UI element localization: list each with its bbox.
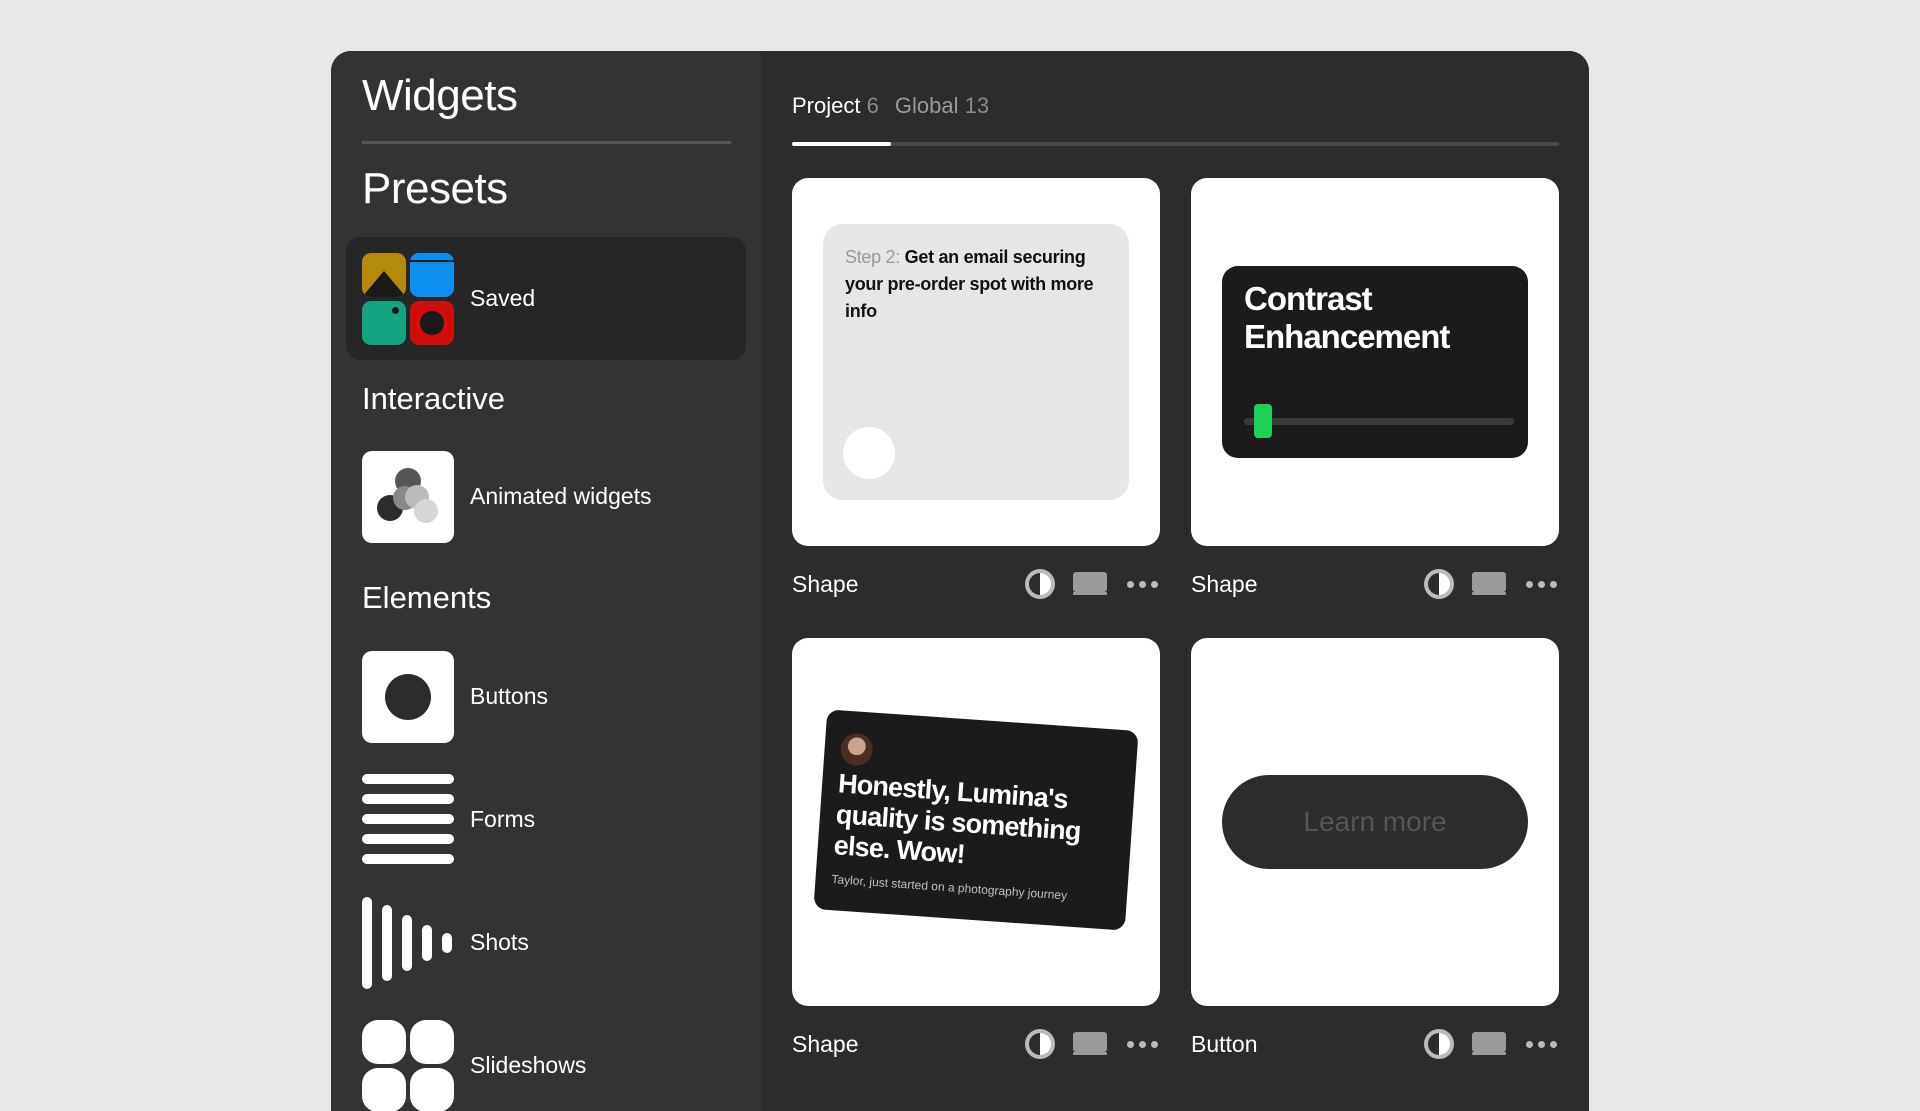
sidebar-item-label: Saved <box>470 285 535 312</box>
more-icon[interactable] <box>1125 1041 1160 1048</box>
sidebar-item-animated-widgets[interactable]: Animated widgets <box>346 435 746 558</box>
animated-widgets-icon <box>362 451 454 543</box>
saved-thumbnail <box>362 253 454 345</box>
sidebar-item-label: Animated widgets <box>470 483 652 510</box>
testimonial-quote: Honestly, Lumina's quality is something … <box>833 768 1099 879</box>
presets-heading: Presets <box>362 164 508 214</box>
step-text: Step 2: Get an email securing your pre-o… <box>845 244 1115 325</box>
mountain-icon <box>362 253 406 297</box>
card-actions <box>1025 1029 1160 1059</box>
tab-underline-active <box>792 142 891 146</box>
slider-track <box>1244 418 1514 425</box>
device-icon[interactable] <box>1472 1032 1506 1056</box>
button-icon <box>362 651 454 743</box>
slider-knob <box>1254 404 1272 438</box>
sidebar-divider <box>362 141 731 144</box>
slideshows-icon <box>362 1020 454 1111</box>
contrast-icon[interactable] <box>1424 569 1454 599</box>
sidebar-item-forms[interactable]: Forms <box>346 758 746 881</box>
elements-heading: Elements <box>362 580 491 616</box>
device-icon[interactable] <box>1073 572 1107 596</box>
tab-label: Global <box>895 93 959 118</box>
more-icon[interactable] <box>1524 581 1559 588</box>
step-preview: Step 2: Get an email securing your pre-o… <box>823 224 1129 500</box>
tab-count: 6 <box>867 93 879 118</box>
card-footer: Shape <box>792 564 1160 604</box>
card-footer: Button <box>1191 1024 1559 1064</box>
sidebar-item-buttons[interactable]: Buttons <box>346 635 746 758</box>
sidebar-item-label: Shots <box>470 929 529 956</box>
more-icon[interactable] <box>1524 1041 1559 1048</box>
interactive-heading: Interactive <box>362 381 505 417</box>
card-name: Shape <box>1191 571 1424 598</box>
contrast-title: Contrast Enhancement <box>1244 280 1514 356</box>
sidebar-item-slideshows[interactable]: Slideshows <box>346 1004 746 1111</box>
tab-underline-track <box>792 142 1559 146</box>
card-actions <box>1424 1029 1559 1059</box>
shots-icon <box>362 897 454 989</box>
record-icon <box>410 301 454 345</box>
forms-icon <box>362 774 454 866</box>
tab-count: 13 <box>965 93 989 118</box>
more-icon[interactable] <box>1125 581 1160 588</box>
widget-card-step[interactable]: Step 2: Get an email securing your pre-o… <box>792 178 1160 546</box>
sidebar-item-label: Forms <box>470 806 535 833</box>
testimonial-author: Taylor, just started on a photography jo… <box>831 872 1068 902</box>
card-name: Shape <box>792 571 1025 598</box>
sidebar-title: Widgets <box>362 71 517 121</box>
contrast-icon[interactable] <box>1025 1029 1055 1059</box>
card-actions <box>1025 569 1160 599</box>
device-icon[interactable] <box>1472 572 1506 596</box>
sidebar-item-saved[interactable]: Saved <box>346 237 746 360</box>
widget-card-contrast[interactable]: Contrast Enhancement <box>1191 178 1559 546</box>
avatar <box>840 732 874 766</box>
sidebar: Widgets Presets Saved Interactive <box>331 51 761 1111</box>
card-name: Button <box>1191 1031 1424 1058</box>
card-footer: Shape <box>792 1024 1160 1064</box>
tab-label: Project <box>792 93 860 118</box>
device-icon[interactable] <box>1073 1032 1107 1056</box>
testimonial-preview: Honestly, Lumina's quality is something … <box>813 709 1138 930</box>
main-panel: Project 6 Global 13 Step 2: Get an email… <box>761 51 1589 1111</box>
tab-bar: Project 6 Global 13 <box>792 93 989 119</box>
step-number: Step 2: <box>845 247 900 267</box>
step-dot <box>843 427 895 479</box>
widgets-window: Widgets Presets Saved Interactive <box>331 51 1589 1111</box>
card-name: Shape <box>792 1031 1025 1058</box>
sidebar-item-label: Slideshows <box>470 1052 586 1079</box>
card-footer: Shape <box>1191 564 1559 604</box>
sidebar-item-label: Buttons <box>470 683 548 710</box>
learn-more-button: Learn more <box>1222 775 1528 869</box>
card-actions <box>1424 569 1559 599</box>
contrast-preview: Contrast Enhancement <box>1222 266 1528 458</box>
sidebar-item-shots[interactable]: Shots <box>346 881 746 1004</box>
contrast-icon[interactable] <box>1424 1029 1454 1059</box>
tab-global[interactable]: Global 13 <box>895 93 989 119</box>
widget-card-button[interactable]: Learn more <box>1191 638 1559 1006</box>
dot-icon <box>362 301 406 345</box>
widget-card-testimonial[interactable]: Honestly, Lumina's quality is something … <box>792 638 1160 1006</box>
contrast-icon[interactable] <box>1025 569 1055 599</box>
window-icon <box>410 253 454 297</box>
tab-project[interactable]: Project 6 <box>792 93 879 119</box>
